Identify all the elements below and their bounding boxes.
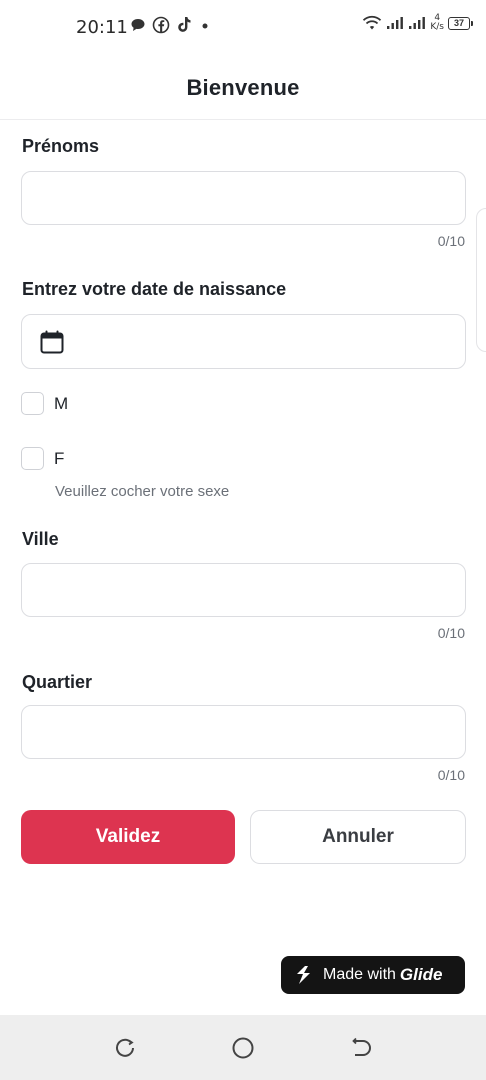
chat-bubble-icon <box>131 19 145 31</box>
sexe-option-f[interactable]: F <box>21 447 64 470</box>
checkbox-f[interactable] <box>21 447 44 470</box>
battery-level: 37 <box>453 18 464 28</box>
page-title: Bienvenue <box>186 74 300 100</box>
validez-button[interactable]: Validez <box>21 810 235 864</box>
home-icon[interactable] <box>231 1036 255 1060</box>
quartier-label: Quartier <box>22 672 93 692</box>
recent-apps-icon[interactable] <box>113 1036 137 1060</box>
status-time: 20:11 <box>76 17 128 38</box>
system-nav-bar <box>0 1015 486 1080</box>
quartier-input[interactable] <box>21 705 466 759</box>
checkbox-m-label: M <box>54 393 69 413</box>
prenoms-input[interactable] <box>21 171 466 225</box>
battery-icon: 37 <box>448 16 473 30</box>
checkbox-m[interactable] <box>21 392 44 415</box>
facebook-icon <box>152 16 170 34</box>
dot-icon <box>202 23 208 29</box>
status-bar: 20:11 4 K/s 37 <box>0 0 486 56</box>
quartier-counter: 0/10 <box>437 767 465 783</box>
annuler-button[interactable]: Annuler <box>250 810 466 864</box>
wifi-icon <box>363 15 382 30</box>
edge-panel-handle[interactable] <box>476 208 486 352</box>
ville-input[interactable] <box>21 563 466 617</box>
prenoms-label: Prénoms <box>22 136 100 156</box>
glide-brand-text: Glide <box>399 965 443 984</box>
made-with-text: Made with <box>323 966 396 983</box>
ville-counter: 0/10 <box>437 625 465 641</box>
date-input[interactable] <box>21 314 466 369</box>
ville-label: Ville <box>22 529 59 549</box>
sexe-option-m[interactable]: M <box>21 392 68 415</box>
notification-icons <box>130 16 212 34</box>
app-header: Bienvenue <box>0 56 486 120</box>
calendar-icon <box>40 330 64 354</box>
tiktok-icon <box>178 17 191 32</box>
signal-icon-2 <box>409 17 426 29</box>
system-icons: 4 K/s 37 <box>362 14 473 32</box>
network-speed-unit: K/s <box>430 22 444 32</box>
prenoms-counter: 0/10 <box>437 233 465 249</box>
back-icon[interactable] <box>350 1036 374 1060</box>
glide-logo-icon <box>297 966 310 984</box>
made-with-glide-badge[interactable]: Made with Glide <box>281 956 465 994</box>
checkbox-f-label: F <box>54 448 65 468</box>
sexe-hint: Veuillez cocher votre sexe <box>55 483 230 500</box>
date-label: Entrez votre date de naissance <box>22 279 287 299</box>
signal-icon <box>387 17 404 29</box>
network-speed: 4 K/s <box>430 14 444 32</box>
